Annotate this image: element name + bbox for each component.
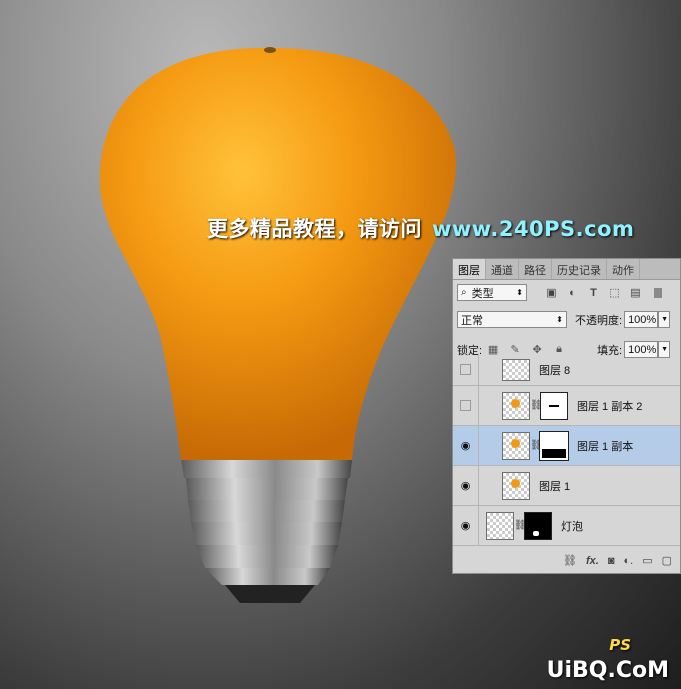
- eye-icon: ◉: [460, 440, 471, 452]
- add-mask-icon[interactable]: ◙: [608, 555, 615, 567]
- visibility-toggle[interactable]: ◉: [453, 426, 479, 465]
- layer-row-selected[interactable]: ◉ ⛓ 图层 1 副本: [453, 426, 680, 466]
- chevron-down-icon: ▼: [661, 316, 668, 323]
- blend-row: 正常 ⬍ 不透明度: 100% ▼: [457, 311, 680, 328]
- panel-tabs: 图层 通道 路径 历史记录 动作: [453, 259, 680, 280]
- layer-name[interactable]: 图层 1: [539, 478, 570, 494]
- orange-thumb-icon: [511, 438, 520, 448]
- layer-thumbnail: [502, 471, 530, 500]
- fx-icon[interactable]: fx.: [586, 555, 599, 567]
- visibility-toggle[interactable]: ◉: [453, 466, 479, 505]
- opacity-input[interactable]: 100%: [624, 311, 659, 328]
- new-layer-icon[interactable]: ▢: [662, 554, 672, 567]
- corner-logo: PS UiBQ.CoM: [546, 636, 669, 683]
- watermark-site: www.240PS.com: [432, 217, 635, 241]
- watermark-text: 更多精品教程，请访问 www.240PS.com: [207, 213, 634, 243]
- orange-thumb-icon: [511, 478, 520, 488]
- layer-mask-thumbnail[interactable]: [540, 391, 568, 420]
- layer-row[interactable]: ◉ 图层 1: [453, 466, 680, 506]
- mask-link-icon[interactable]: ⛓: [530, 440, 543, 451]
- layer-mask-thumbnail[interactable]: [539, 430, 569, 461]
- ps-mark: PS: [609, 636, 631, 654]
- layer-name[interactable]: 图层 1 副本 2: [577, 398, 642, 414]
- layer-thumbnail: [502, 358, 530, 381]
- adjustment-icon[interactable]: ◐.: [623, 555, 633, 567]
- opacity-value: 100%: [628, 313, 657, 326]
- filter-kind-select[interactable]: ⌕ 类型 ⬍: [457, 284, 527, 301]
- type-filter-icon[interactable]: T: [587, 286, 600, 299]
- tab-paths[interactable]: 路径: [519, 259, 552, 279]
- layers-panel: 图层 通道 路径 历史记录 动作 ⌕ 类型 ⬍ ▣ ◐ T ⬚ ▤ 正常 ⬍ 不…: [452, 258, 681, 574]
- visibility-off-icon: [460, 400, 471, 411]
- filter-kind-label: 类型: [471, 287, 494, 300]
- mask-link-icon[interactable]: ⛓: [530, 400, 543, 411]
- filter-toggle-icon[interactable]: [654, 287, 662, 298]
- filter-row: ⌕ 类型 ⬍ ▣ ◐ T ⬚ ▤: [457, 284, 680, 301]
- watermark-prefix: 更多精品教程，请访问: [207, 217, 422, 241]
- eye-icon: ◉: [460, 520, 471, 532]
- layer-thumbnail: [502, 391, 530, 420]
- panel-bottom-toolbar: ⛓ fx. ◙ ◐. ▭ ▢: [453, 548, 680, 573]
- layer-name[interactable]: 灯泡: [561, 518, 583, 534]
- layer-name[interactable]: 图层 8: [539, 362, 570, 378]
- visibility-toggle[interactable]: ◉: [453, 506, 479, 545]
- tab-actions[interactable]: 动作: [607, 259, 640, 279]
- visibility-off-icon: [460, 364, 471, 375]
- pixel-filter-icon[interactable]: ▣: [545, 286, 558, 299]
- smart-object-filter-icon[interactable]: ▤: [629, 286, 642, 299]
- layer-thumbnail: [486, 511, 514, 540]
- tab-layers[interactable]: 图层: [453, 259, 486, 279]
- tab-channels[interactable]: 通道: [486, 259, 519, 279]
- visibility-toggle[interactable]: [453, 386, 479, 425]
- visibility-toggle[interactable]: [453, 354, 479, 385]
- blend-mode-value: 正常: [461, 314, 483, 327]
- updown-icon: ⬍: [556, 315, 563, 324]
- layer-row[interactable]: 图层 8: [453, 354, 680, 386]
- layer-row[interactable]: ⛓ 图层 1 副本 2: [453, 386, 680, 426]
- chevron-down-icon: ▼: [661, 346, 669, 353]
- corner-logo-text: UiBQ.CoM: [546, 658, 669, 683]
- link-icon[interactable]: ⛓: [563, 554, 577, 567]
- search-icon: ⌕: [461, 287, 467, 298]
- mask-link-icon[interactable]: ⛓: [514, 520, 527, 531]
- orange-thumb-icon: [511, 398, 520, 408]
- layer-row[interactable]: ◉ ⛓ 灯泡: [453, 506, 680, 546]
- shape-filter-icon[interactable]: ⬚: [608, 286, 621, 299]
- blend-mode-select[interactable]: 正常 ⬍: [457, 311, 567, 328]
- layer-thumbnail: [502, 431, 530, 460]
- updown-icon: ⬍: [516, 288, 523, 297]
- tab-history[interactable]: 历史记录: [552, 259, 607, 279]
- opacity-label: 不透明度:: [575, 314, 623, 327]
- adjustment-filter-icon[interactable]: ◐: [566, 286, 579, 299]
- opacity-dropdown-button[interactable]: ▼: [658, 311, 671, 328]
- layer-mask-thumbnail[interactable]: [524, 511, 552, 540]
- layer-name[interactable]: 图层 1 副本: [577, 438, 633, 454]
- group-folder-icon[interactable]: ▭: [642, 554, 652, 567]
- layer-list: 图层 8 ⛓ 图层 1 副本 2 ◉ ⛓ 图层 1 副本 ◉ 图层 1 ◉ ⛓ …: [453, 354, 680, 548]
- eye-icon: ◉: [460, 480, 471, 492]
